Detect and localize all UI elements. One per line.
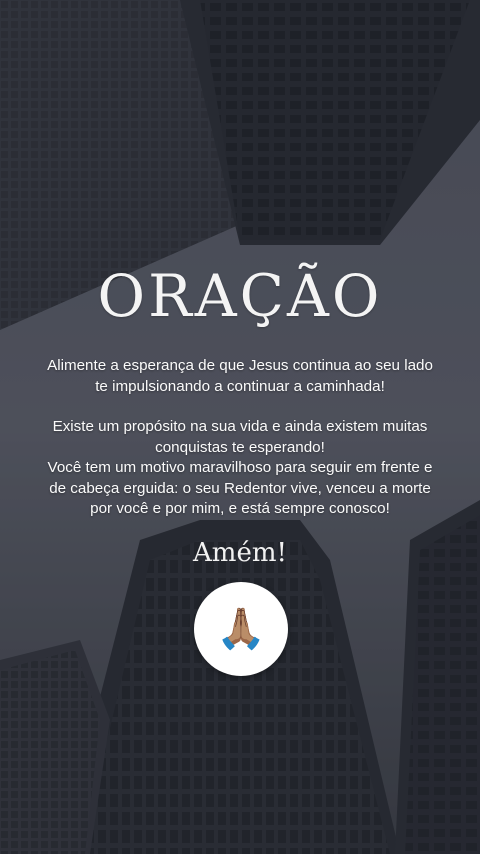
prayer-content: ORAÇÃO Alimente a esperança de que Jesus… <box>0 0 480 854</box>
paragraph-hope: Alimente a esperança de que Jesus contin… <box>47 357 433 395</box>
closing-amen: Amém! <box>193 538 287 568</box>
story-screen: ORAÇÃO Alimente a esperança de que Jesus… <box>0 0 480 854</box>
paragraph-redeemer: Você tem um motivo maravilhoso para segu… <box>47 459 433 517</box>
praying-hands-icon: 🙏🏽 <box>216 606 266 652</box>
prayer-badge: 🙏🏽 <box>194 582 288 676</box>
paragraph-purpose: Existe um propósito na sua vida e ainda … <box>52 418 428 456</box>
page-title: ORAÇÃO <box>97 262 383 330</box>
